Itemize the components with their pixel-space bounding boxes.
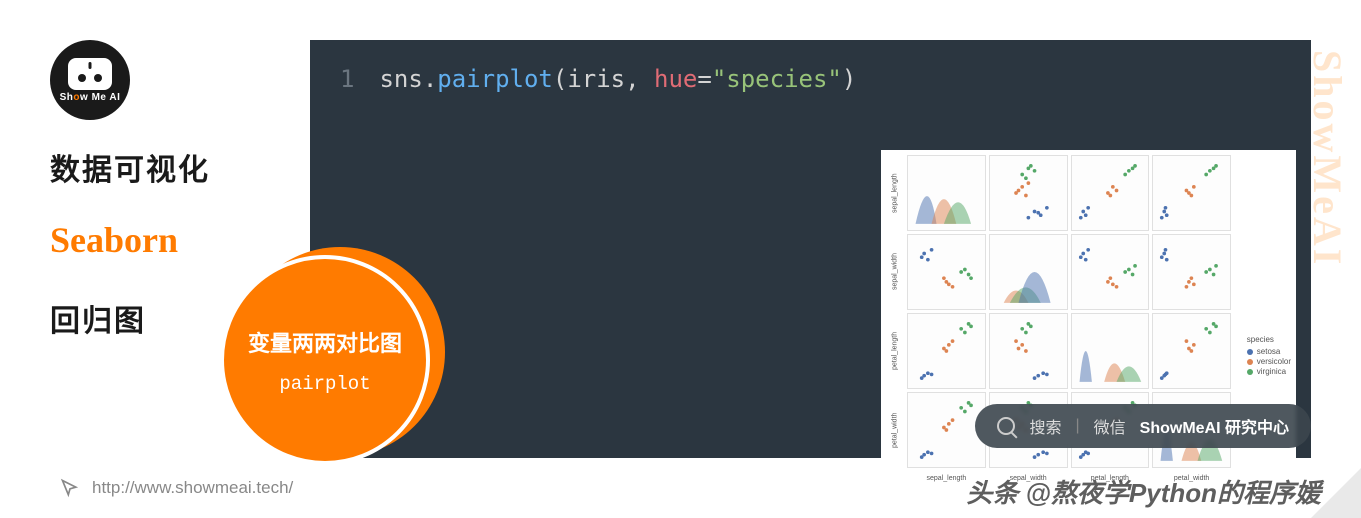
chart-legend: species setosa versicolor virginica (1247, 335, 1291, 377)
code-content: sns.pairplot(iris, hue="species") (379, 65, 856, 93)
y-axis-label: petal_width (886, 392, 904, 468)
search-icon (997, 417, 1015, 435)
legend-dot-icon (1247, 349, 1253, 355)
badge-subtitle: pairplot (279, 373, 370, 395)
search-pill[interactable]: 搜索 | 微信 ShowMeAI 研究中心 (975, 404, 1311, 448)
plot-cell-scatter (1071, 234, 1150, 310)
divider-icon: | (1075, 417, 1079, 435)
cursor-icon (60, 478, 80, 498)
footer: http://www.showmeai.tech/ (60, 478, 293, 498)
legend-item: setosa (1247, 347, 1291, 356)
plot-cell-scatter (1152, 234, 1231, 310)
legend-dot-icon (1247, 369, 1253, 375)
watermark: ShowMeAI (1304, 50, 1351, 267)
attribution: 头条 @熬夜学Python的程序媛 (966, 473, 1321, 510)
plot-cell-scatter (989, 313, 1068, 389)
plot-cell-scatter (907, 234, 986, 310)
plot-cell-scatter (1071, 155, 1150, 231)
code-editor: 1 sns.pairplot(iris, hue="species") sepa… (310, 40, 1311, 458)
plot-cell-scatter (989, 155, 1068, 231)
code-line: 1 sns.pairplot(iris, hue="species") (340, 65, 1281, 93)
badge-title: 变量两两对比图 (248, 326, 402, 358)
y-axis-label: sepal_width (886, 234, 904, 310)
plot-cell-scatter (1152, 155, 1231, 231)
search-brand: ShowMeAI 研究中心 (1140, 414, 1289, 438)
plot-cell-kde (1071, 313, 1150, 389)
main-title: 数据可视化 (50, 145, 310, 189)
logo-face-icon (68, 58, 112, 90)
y-axis-label: sepal_length (886, 155, 904, 231)
search-label: 搜索 (1029, 414, 1061, 438)
y-axis-label: petal_length (886, 313, 904, 389)
line-number: 1 (340, 65, 354, 93)
plot-cell-scatter (1152, 313, 1231, 389)
plot-cell-scatter (907, 392, 986, 468)
legend-title: species (1247, 335, 1291, 344)
plot-cell-kde (989, 234, 1068, 310)
logo-text: Show Me AI (60, 92, 121, 103)
plot-cell-kde (907, 155, 986, 231)
page-curl-icon (1311, 468, 1361, 518)
logo: Show Me AI (50, 40, 130, 120)
plot-cell-scatter (907, 313, 986, 389)
search-platform: 微信 (1094, 414, 1126, 438)
legend-dot-icon (1247, 359, 1253, 365)
legend-item: virginica (1247, 367, 1291, 376)
legend-item: versicolor (1247, 357, 1291, 366)
footer-url[interactable]: http://www.showmeai.tech/ (92, 478, 293, 498)
topic-badge: 变量两两对比图 pairplot (220, 255, 430, 465)
